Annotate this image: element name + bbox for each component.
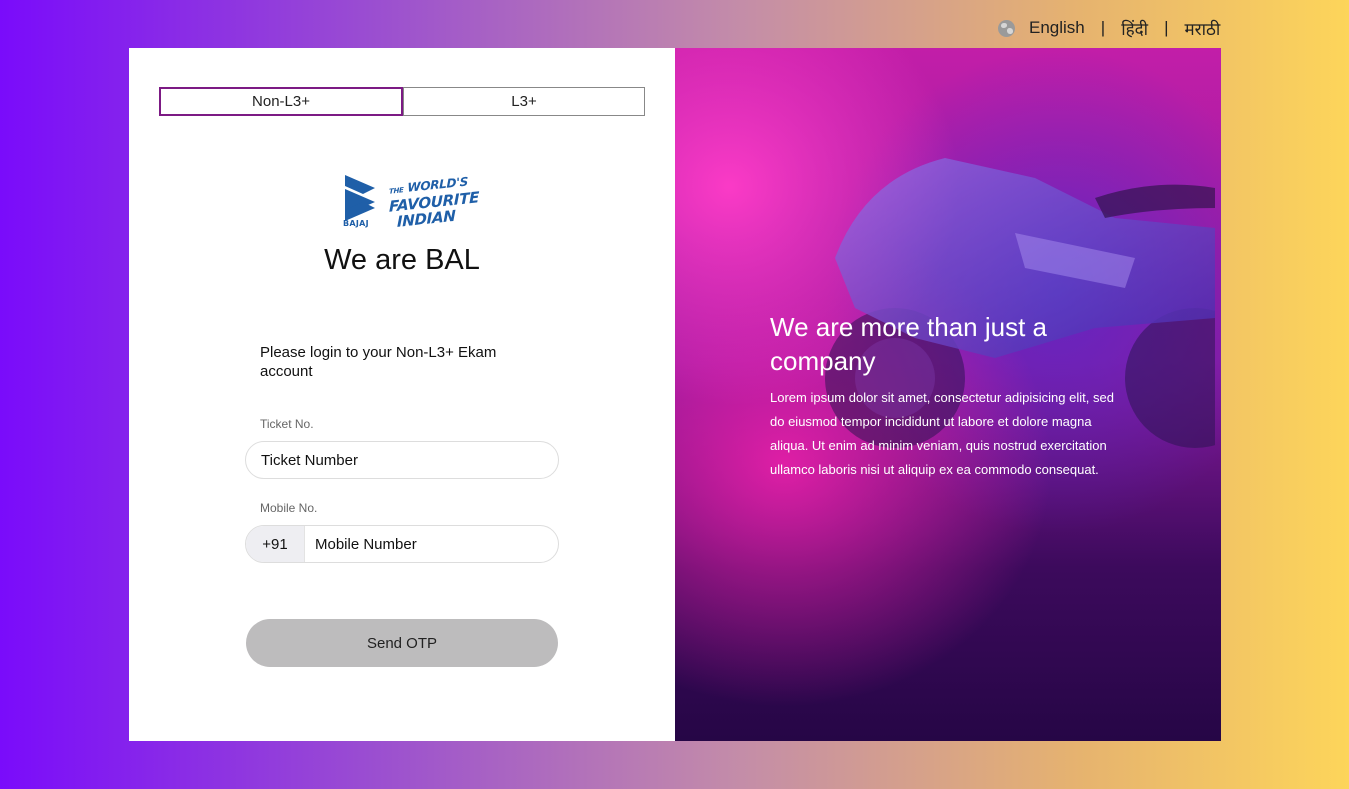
tab-l3[interactable]: L3+ <box>403 87 645 116</box>
hero-title: We are more than just a company <box>770 312 1047 376</box>
language-english[interactable]: English <box>1029 18 1085 38</box>
mobile-label: Mobile No. <box>260 501 318 515</box>
language-separator: | <box>1100 18 1106 37</box>
language-switcher: English | हिंदी | मराठी <box>998 14 1220 42</box>
ticket-number-input[interactable] <box>246 442 558 478</box>
logo-tagline: THE WORLD'S FAVOURITE INDIAN <box>389 173 480 231</box>
login-instructions: Please login to your Non-L3+ Ekam accoun… <box>260 344 497 380</box>
bajaj-logo-mark: BAJAJ <box>343 175 379 229</box>
mobile-number-input[interactable] <box>305 526 558 562</box>
language-separator: | <box>1164 18 1169 37</box>
country-code-prefix: +91 <box>246 526 305 562</box>
hero-panel: We are more than just a company Lorem ip… <box>675 48 1221 741</box>
send-otp-button[interactable]: Send OTP <box>246 619 558 667</box>
hero-description: Lorem ipsum dolor sit amet, consectetur … <box>770 390 1114 477</box>
globe-icon <box>998 19 1015 37</box>
ticket-field-wrap <box>245 441 559 479</box>
login-card: Non-L3+ L3+ BAJAJ THE WORLD'S FAVOURITE … <box>129 48 1221 741</box>
bajaj-logo: BAJAJ THE WORLD'S FAVOURITE INDIAN <box>343 174 479 230</box>
page-title: We are BAL <box>324 244 480 276</box>
language-hindi[interactable]: हिंदी <box>1121 17 1148 40</box>
bajaj-brand-text: BAJAJ <box>343 219 369 228</box>
ticket-label: Ticket No. <box>260 417 314 431</box>
mobile-field-wrap: +91 <box>245 525 559 563</box>
login-type-tabs: Non-L3+ L3+ <box>159 87 645 116</box>
login-panel: Non-L3+ L3+ BAJAJ THE WORLD'S FAVOURITE … <box>129 48 675 741</box>
tab-non-l3[interactable]: Non-L3+ <box>159 87 403 116</box>
language-marathi[interactable]: मराठी <box>1184 17 1220 40</box>
